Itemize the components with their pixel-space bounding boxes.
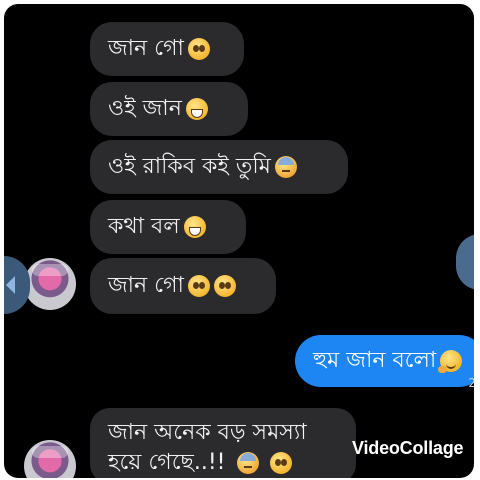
hugging-face-icon — [438, 350, 463, 373]
downcast-sweat-face-icon — [274, 156, 297, 178]
message-bubble[interactable]: ওই জান — [90, 82, 248, 136]
message-text: ওই রাকিব কই তুমি — [108, 153, 271, 179]
chat-head-edge[interactable] — [456, 234, 474, 290]
message-text: ওই জান — [108, 95, 182, 121]
contact-avatar[interactable] — [24, 258, 76, 310]
pleading-face-icon — [187, 38, 210, 60]
message-bubble[interactable]: ওই রাকিব কই তুমি — [90, 140, 348, 194]
downcast-sweat-face-icon — [236, 452, 259, 474]
message-text-line-group: হয়ে গেছে..!! — [108, 448, 338, 478]
grinning-face-icon — [185, 98, 208, 120]
message-bubble[interactable]: জান গো — [90, 22, 244, 76]
grinning-face-icon — [183, 216, 206, 238]
pleading-face-icon — [269, 452, 292, 474]
watermark-text: VideoCollage — [352, 438, 464, 458]
message-text: হুম জান বলো — [313, 347, 437, 373]
message-text-line: হয়ে গেছে..!! — [108, 450, 226, 475]
pleading-face-icon — [187, 275, 210, 297]
message-bubble[interactable]: কথা বল — [90, 200, 246, 254]
outgoing-message-bubble[interactable]: হুম জান বলো — [295, 335, 474, 387]
message-text: জান গো — [108, 35, 184, 61]
message-timestamp: 2 — [468, 376, 474, 390]
message-bubble[interactable]: জান অনেক বড় সমস্যা হয়ে গেছে..!! — [90, 408, 356, 478]
contact-avatar[interactable] — [24, 440, 76, 478]
message-text: কথা বল — [108, 213, 180, 239]
message-bubble[interactable]: জান গো — [90, 258, 276, 314]
message-text: জান গো — [108, 272, 184, 298]
pleading-face-icon — [213, 275, 236, 297]
video-call-edge-button[interactable] — [4, 256, 30, 314]
chat-screen: জান গো ওই জান ওই রাকিব কই তুমি কথা বল জা… — [4, 4, 474, 478]
message-text-line: জান অনেক বড় সমস্যা — [108, 420, 307, 445]
